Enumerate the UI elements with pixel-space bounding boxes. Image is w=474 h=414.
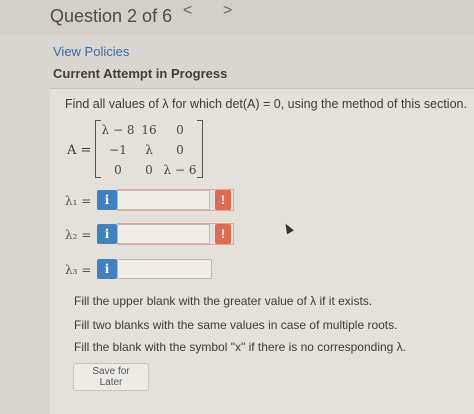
previous-question-icon[interactable]: < bbox=[183, 2, 192, 20]
info-icon[interactable]: i bbox=[97, 259, 117, 279]
question-title: Question 2 of 6 bbox=[50, 6, 173, 26]
view-policies-link[interactable]: View Policies bbox=[53, 44, 129, 59]
matrix-cell: 0 bbox=[176, 143, 184, 157]
lambda-2-input[interactable] bbox=[117, 224, 210, 244]
error-icon: ! bbox=[215, 190, 231, 210]
matrix-cell: 0 bbox=[176, 123, 184, 137]
error-icon: ! bbox=[215, 224, 231, 244]
question-prompt: Find all values of λ for which det(A) = … bbox=[65, 97, 467, 111]
lambda-3-input[interactable] bbox=[117, 259, 212, 279]
lambda-3-label: λ₃ = bbox=[65, 263, 92, 277]
matrix-label: A = bbox=[67, 143, 92, 158]
lambda-1-label: λ₁ = bbox=[65, 194, 92, 208]
info-icon[interactable]: i bbox=[97, 224, 117, 244]
attempt-heading: Current Attempt in Progress bbox=[53, 66, 228, 81]
next-question-icon[interactable]: > bbox=[223, 2, 232, 20]
save-for-later-button[interactable]: Save for Later bbox=[73, 363, 149, 391]
hint-no-lambda: Fill the blank with the symbol "x" if th… bbox=[74, 340, 407, 354]
lambda-2-label: λ₂ = bbox=[65, 228, 92, 242]
hint-greater-value: Fill the upper blank with the greater va… bbox=[74, 294, 373, 308]
hint-multiple-roots: Fill two blanks with the same values in … bbox=[74, 318, 398, 332]
matrix-cell: λ − 6 bbox=[163, 163, 197, 177]
info-icon[interactable]: i bbox=[97, 190, 117, 210]
lambda-1-input[interactable] bbox=[117, 190, 210, 210]
